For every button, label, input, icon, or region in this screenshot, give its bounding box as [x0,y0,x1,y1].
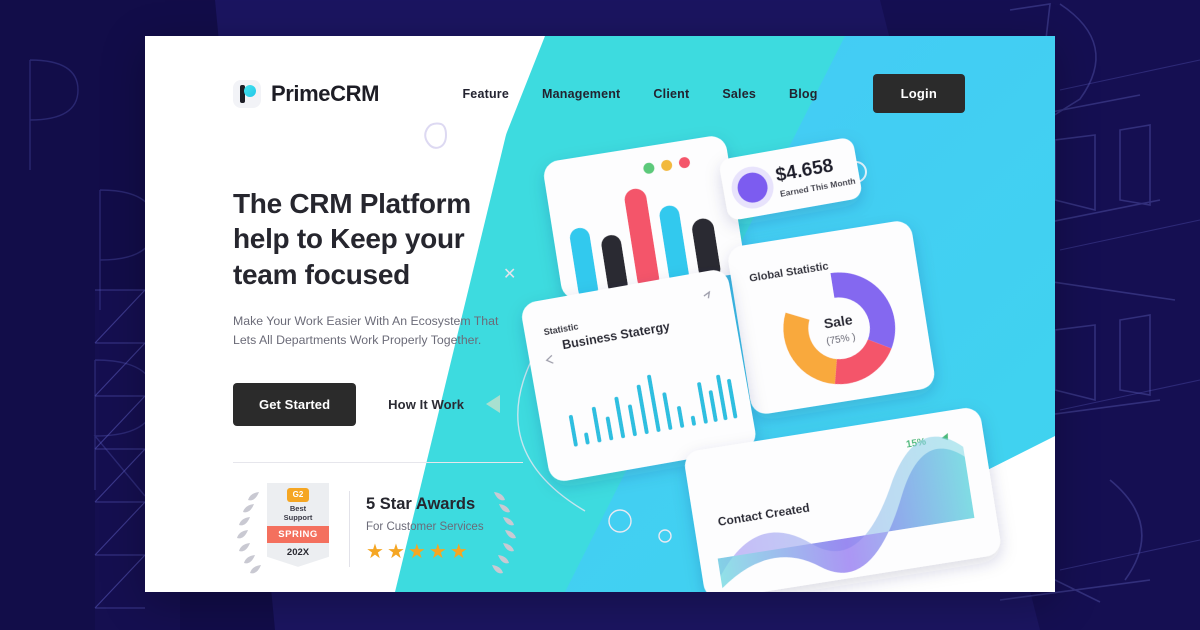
nav-item-client[interactable]: Client [653,87,689,101]
laurel-right-icon [491,491,516,574]
nav-item-blog[interactable]: Blog [789,87,818,101]
page-title: The CRM Platform help to Keep your team … [233,186,533,292]
star-rating: ★ ★ ★ ★ ★ [366,542,484,562]
brand-logo[interactable]: PrimeCRM [233,79,380,108]
hero-subtitle: Make Your Work Easier With An Ecosystem … [233,313,499,347]
get-started-button[interactable]: Get Started [233,382,357,426]
badge-season: SPRING [267,526,329,544]
brand-name: PrimeCRM [271,80,380,106]
cta-row: Get Started How It Work [233,382,533,426]
primecrm-p-logo-icon [233,79,261,108]
star-icon: ★ [407,541,426,564]
headline-line-3: team focused [233,258,410,290]
star-icon: ★ [386,541,405,564]
laurel-left-icon [237,491,261,574]
star-icon: ★ [428,541,447,564]
nav-item-sales[interactable]: Sales [722,87,756,101]
star-icon: ★ [449,541,468,564]
decorative-circle [845,161,867,183]
play-triangle-icon[interactable] [486,395,501,414]
how-it-work-link[interactable]: How It Work [388,397,464,412]
nav-item-management[interactable]: Management [542,87,620,101]
awards-title: 5 Star Awards [366,495,476,514]
badge-category: Best Support [283,504,313,522]
nav-item-feature[interactable]: Feature [462,87,509,101]
awards-text: 5 Star Awards For Customer Services ★ ★ … [366,495,484,562]
awards-divider [349,490,350,567]
hero-content: The CRM Platform help to Keep your team … [233,186,533,575]
section-divider [233,461,523,463]
top-navigation: PrimeCRM Feature Management Client Sales… [145,36,1055,151]
star-icon: ★ [366,541,384,564]
awards-section: G2 Best Support SPRING 202X 5 Star Award… [233,482,533,575]
badge-year: 202X [286,547,310,559]
login-button[interactable]: Login [872,74,965,113]
badge-category-line-2: Support [283,512,313,522]
hero-card: PrimeCRM Feature Management Client Sales… [145,36,1055,592]
awards-subtitle: For Customer Services [366,521,484,534]
nav-links: Feature Management Client Sales Blog Log… [462,74,1055,113]
g2-label: G2 [287,487,309,502]
headline-line-2: help to Keep your [233,223,465,255]
g2-badge: G2 Best Support SPRING 202X [267,482,329,575]
headline-line-1: The CRM Platform [233,188,471,219]
